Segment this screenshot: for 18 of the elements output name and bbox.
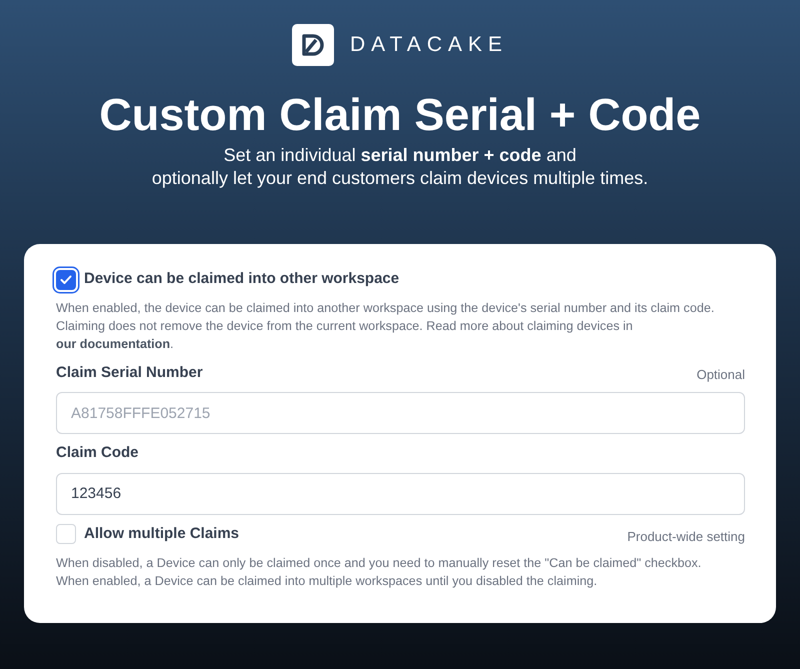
checkbox-label: Allow multiple Claims	[84, 524, 240, 544]
documentation-link[interactable]: our documentation	[56, 337, 170, 352]
input-field[interactable]: 123456	[56, 472, 745, 515]
field-label: Claim Code	[56, 443, 139, 464]
help-text: When enabled, a Device can be claimed into multiple workspaces until you disabled the claiming.	[56, 573, 598, 590]
checkbox-label: Device can be claimed into other workspace	[84, 269, 400, 290]
logo-icon	[292, 24, 334, 66]
help-text: When disabled, a Device can only be claimed once and you need to manually reset the "Can be claimed" checkbox.	[56, 555, 702, 572]
page-title: Custom Claim Serial + Code	[98, 90, 702, 140]
field-label: Claim Serial Number	[56, 362, 203, 383]
check-icon	[60, 274, 72, 285]
setting-hint: Product-wide setting	[627, 528, 745, 546]
subtitle: optionally let your end customers claim devices multiple times.	[152, 166, 648, 190]
optional-hint: Optional	[696, 366, 745, 384]
input-field[interactable]: A81758FFFE052715	[56, 392, 745, 434]
brand-name: DATACAKE	[350, 32, 508, 58]
subtitle: Set an individual serial number + code and	[224, 144, 576, 166]
help-text: When enabled, the device can be claimed into another workspace using the device's serial number and its claim code. Claiming does not remove the device from the current workspace. Read more about claiming devices in our documentation.	[56, 300, 716, 354]
